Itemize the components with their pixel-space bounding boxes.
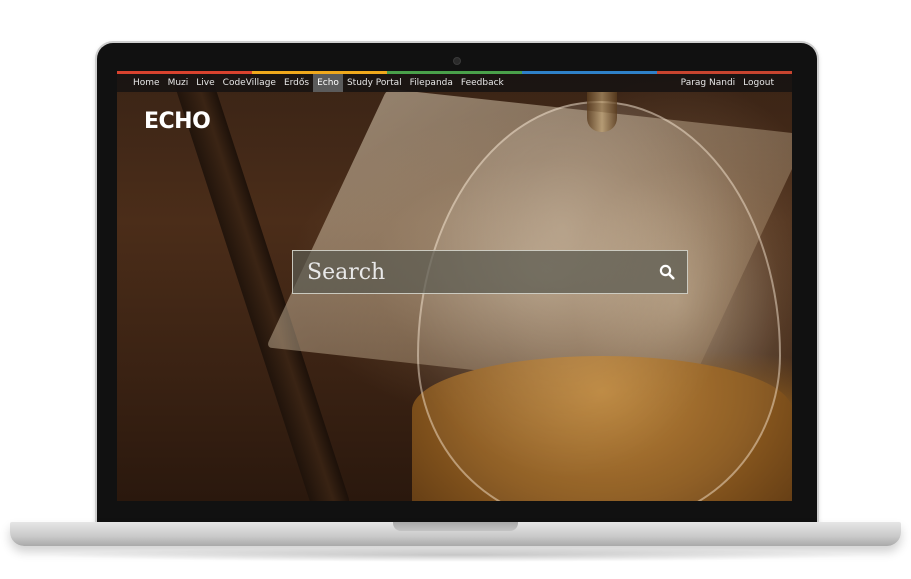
user-links: Parag Nandi Logout xyxy=(677,74,792,92)
nav-feedback[interactable]: Feedback xyxy=(457,74,508,92)
search-icon xyxy=(659,264,675,280)
hourglass-neck xyxy=(587,92,617,132)
top-navbar: Home Muzi Live CodeVillage Erdős Echo St… xyxy=(117,74,792,92)
laptop-shadow xyxy=(40,548,871,562)
logout-link[interactable]: Logout xyxy=(739,74,778,92)
search-box xyxy=(292,250,688,294)
nav-live[interactable]: Live xyxy=(192,74,218,92)
user-name-link[interactable]: Parag Nandi xyxy=(677,74,740,92)
nav-filepanda[interactable]: Filepanda xyxy=(406,74,457,92)
echo-logo[interactable]: ECHO xyxy=(144,109,211,134)
nav-study-portal[interactable]: Study Portal xyxy=(343,74,406,92)
webcam xyxy=(453,57,461,65)
nav-echo[interactable]: Echo xyxy=(313,74,343,92)
search-input[interactable] xyxy=(293,251,647,293)
laptop-notch xyxy=(393,522,518,531)
nav-links: Home Muzi Live CodeVillage Erdős Echo St… xyxy=(117,74,508,92)
search-button[interactable] xyxy=(647,251,687,293)
nav-home[interactable]: Home xyxy=(129,74,164,92)
nav-muzi[interactable]: Muzi xyxy=(164,74,193,92)
nav-erdos[interactable]: Erdős xyxy=(280,74,313,92)
screen: Home Muzi Live CodeVillage Erdős Echo St… xyxy=(117,71,792,501)
nav-codevillage[interactable]: CodeVillage xyxy=(219,74,280,92)
